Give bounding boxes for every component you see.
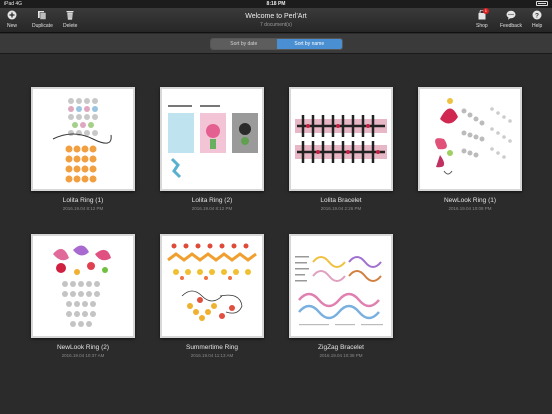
help-icon: ? — [532, 10, 542, 20]
page-title: Welcome to Perl'Art — [245, 13, 307, 20]
shop-badge: 1 — [482, 8, 489, 14]
document-date: 2016.19.04 8:12 PM — [62, 206, 104, 211]
sort-bar: Sort by date Sort by name — [0, 34, 552, 54]
document-date: 2016.19.04 10:38 PM — [319, 353, 363, 358]
feedback-button[interactable]: Feedback — [500, 10, 522, 29]
title-block: Welcome to Perl'Art 7 document(s) — [0, 13, 552, 28]
sort-segmented-control: Sort by date Sort by name — [210, 38, 343, 50]
help-label: Help — [532, 23, 543, 29]
document-date: 2016.19.04 8:12 PM — [191, 206, 233, 211]
status-bar: iPad 4G 8:18 PM — [0, 0, 552, 8]
sort-by-name-button[interactable]: Sort by name — [276, 39, 342, 49]
document-date: 2016.19.04 10:08 PM — [448, 206, 492, 211]
svg-text:?: ? — [535, 12, 539, 19]
beadwork-pattern-thumbnail — [52, 98, 112, 183]
speech-bubble-icon — [506, 10, 516, 20]
beadwork-pattern-thumbnail — [295, 115, 387, 163]
document-thumbnail[interactable] — [289, 234, 393, 338]
feedback-label: Feedback — [500, 23, 522, 29]
sort-by-date-button[interactable]: Sort by date — [211, 39, 277, 49]
help-button[interactable]: ? Help — [532, 10, 542, 29]
status-time: 8:18 PM — [266, 1, 286, 7]
document-thumbnail[interactable] — [31, 234, 135, 338]
document-date: 2016.19.04 11:13 AM — [190, 353, 234, 358]
document-thumbnail[interactable] — [289, 87, 393, 191]
beadwork-pattern-thumbnail — [167, 243, 257, 321]
document-count: 7 document(s) — [260, 22, 292, 28]
beadwork-pattern-thumbnail — [435, 98, 512, 175]
document-name: NewLook Ring (2) — [56, 344, 110, 351]
battery-icon — [536, 1, 548, 6]
beadwork-pattern-thumbnail — [295, 256, 383, 326]
document-name: Lolita Ring (1) — [62, 197, 104, 204]
document-date: 2016.19.04 2:26 PM — [320, 206, 362, 211]
document-thumbnail[interactable] — [418, 87, 522, 191]
document-name: ZigZag Bracelet — [318, 344, 364, 351]
document-date: 2016.19.04 10:37 AM — [61, 353, 105, 358]
shop-button[interactable]: 1 Shop — [476, 8, 489, 29]
document-thumbnail[interactable] — [160, 234, 264, 338]
document-thumbnail[interactable] — [160, 87, 264, 191]
beadwork-pattern-thumbnail — [53, 245, 111, 327]
document-name: NewLook Ring (1) — [443, 197, 497, 204]
document-thumbnail[interactable] — [31, 87, 135, 191]
document-name: Lolita Ring (2) — [191, 197, 233, 204]
document-name: Lolita Bracelet — [320, 197, 362, 204]
shop-label: Shop — [476, 23, 488, 29]
toolbar: New Duplicate Delete Welcome to Perl'Art… — [0, 8, 552, 33]
beadwork-pattern-thumbnail — [168, 105, 258, 179]
document-name: Summertime Ring — [185, 344, 238, 351]
